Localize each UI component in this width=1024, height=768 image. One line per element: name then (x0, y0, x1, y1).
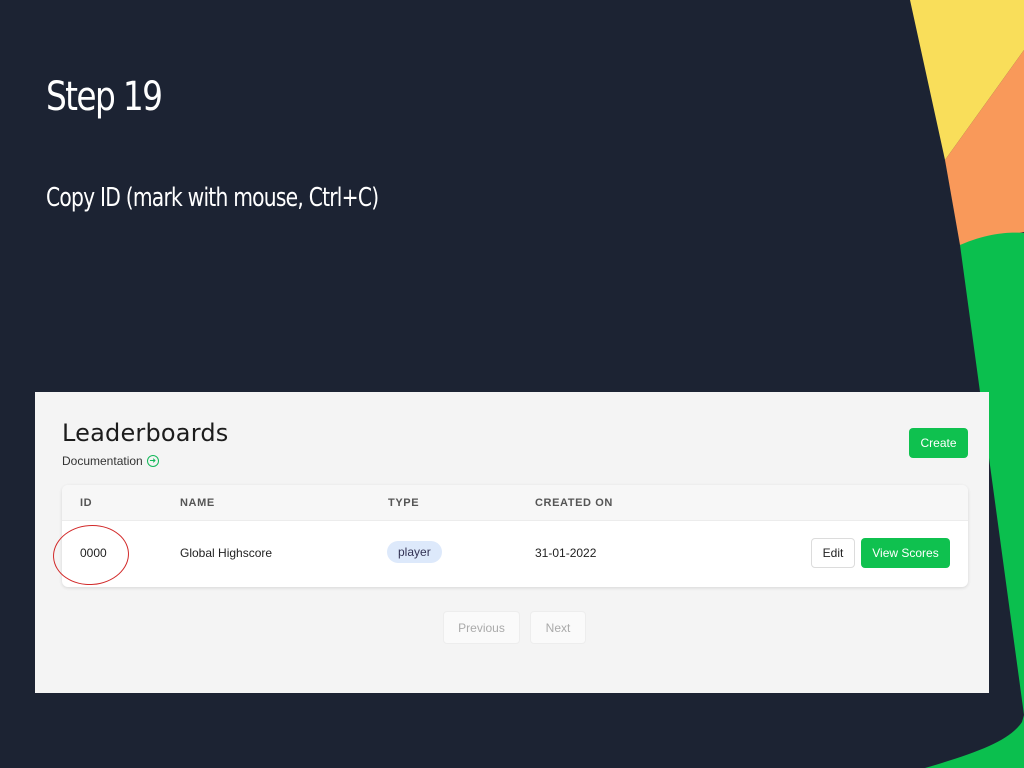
row-created-on-cell: 31-01-2022 (535, 546, 597, 560)
next-page-button[interactable]: Next (530, 611, 586, 644)
type-badge: player (387, 541, 442, 563)
page-title: Leaderboards (62, 419, 229, 447)
slide-instruction: Copy ID (mark with mouse, Ctrl+C) (46, 183, 379, 213)
view-scores-button[interactable]: View Scores (861, 538, 950, 568)
row-name-cell: Global Highscore (180, 546, 273, 560)
slide-title: Step 19 (46, 74, 163, 120)
column-header-created-on: CREATED ON (535, 497, 613, 509)
column-header-id: ID (80, 497, 93, 509)
edit-button[interactable]: Edit (811, 538, 855, 568)
create-button[interactable]: Create (909, 428, 968, 458)
leaderboards-screenshot: Leaderboards Documentation ➜ Create ID N… (35, 392, 989, 693)
table-header: ID NAME TYPE CREATED ON (62, 485, 968, 521)
documentation-link-label: Documentation (62, 454, 143, 468)
arrow-right-circle-icon: ➜ (146, 455, 159, 467)
column-header-type: TYPE (388, 497, 420, 509)
column-header-name: NAME (180, 497, 215, 509)
previous-page-button[interactable]: Previous (443, 611, 520, 644)
documentation-link[interactable]: Documentation ➜ (62, 454, 159, 468)
leaderboards-table: ID NAME TYPE CREATED ON 0000 Global High… (62, 485, 968, 587)
